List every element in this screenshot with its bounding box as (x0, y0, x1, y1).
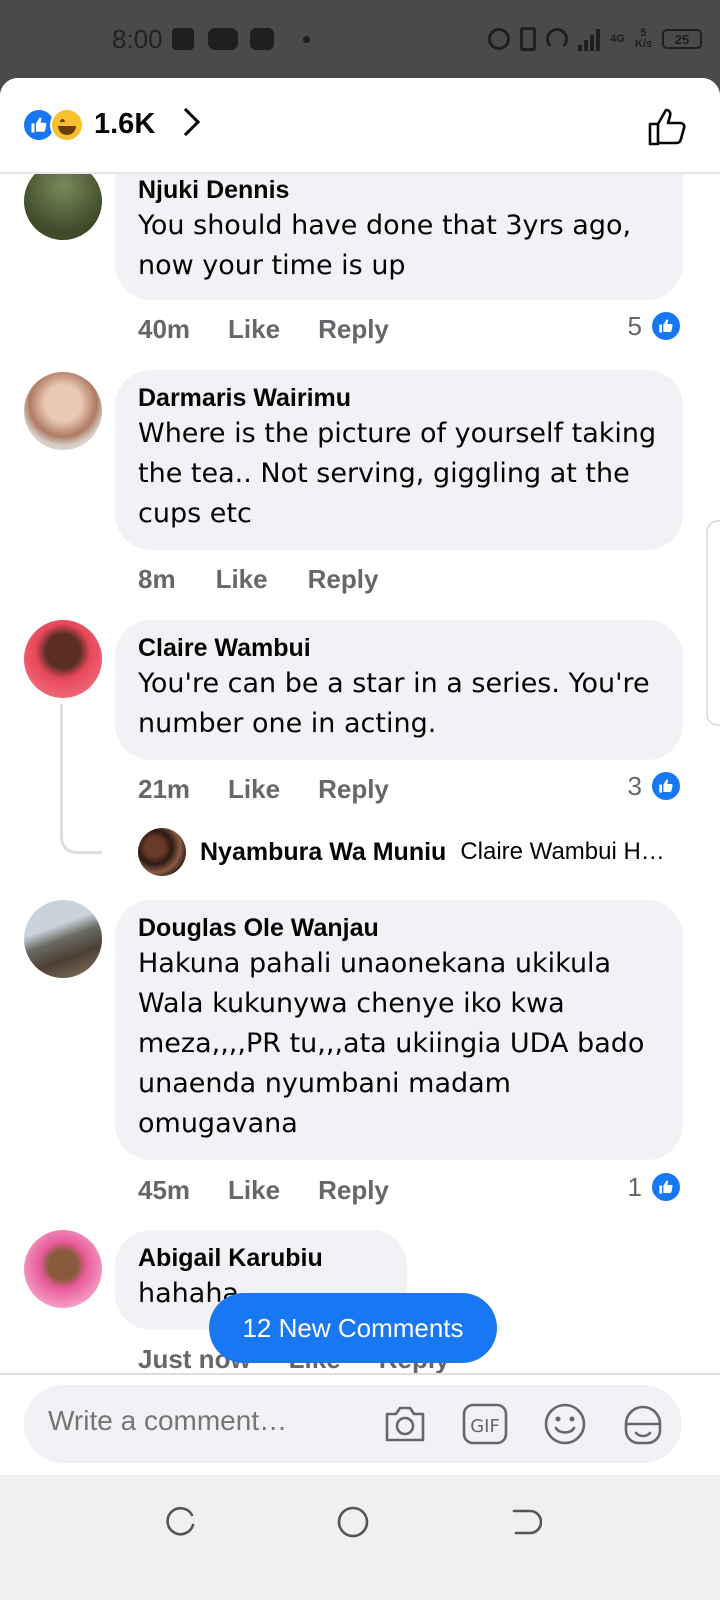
comment-actions: 21m Like Reply (138, 774, 389, 805)
comment-actions: 45m Like Reply (138, 1175, 389, 1206)
gif-icon[interactable]: GIF (462, 1402, 508, 1446)
youtube-icon (208, 28, 238, 50)
home-icon[interactable] (336, 1505, 370, 1539)
new-comments-button[interactable]: 12 New Comments (209, 1293, 497, 1363)
system-navigation-bar (0, 1475, 720, 1600)
comment-text: You're can be a star in a series. You're… (138, 668, 650, 739)
commenter-name[interactable]: Darmaris Wairimu (138, 370, 659, 414)
like-count-value: 1 (627, 1171, 642, 1202)
comment-actions: 40m Like Reply (138, 314, 389, 345)
reply-button[interactable]: Reply (318, 314, 389, 345)
reaction-icons[interactable] (22, 108, 92, 142)
like-badge-icon (650, 770, 682, 802)
commenter-name[interactable]: Douglas Ole Wanjau (138, 900, 659, 944)
composer-box[interactable]: GIF (24, 1385, 682, 1463)
camera-icon[interactable] (382, 1402, 428, 1446)
commenter-name[interactable]: Claire Wambui (138, 620, 659, 664)
like-count-value: 5 (627, 310, 642, 341)
network-type: 4G (610, 32, 625, 45)
reaction-count[interactable]: 1.6K (94, 108, 155, 141)
battery-indicator: 25 (662, 29, 702, 49)
like-outline-icon[interactable] (646, 104, 690, 148)
comment-text: Hakuna pahali unaonekana ukikula Wala ku… (138, 948, 645, 1139)
reply-thread-line (60, 704, 102, 854)
vibrate-icon (520, 27, 537, 51)
avatar[interactable] (24, 620, 102, 698)
status-bar: 8:00 4G 5 K/s 25 (0, 0, 720, 80)
reply-author-name[interactable]: Nyambura Wa Muniu (200, 838, 446, 867)
svg-text:GIF: GIF (470, 1416, 500, 1437)
comment-text: You should have done that 3yrs ago, now … (138, 210, 632, 281)
chevron-right-icon[interactable] (171, 107, 201, 137)
emoji-icon[interactable] (542, 1402, 588, 1446)
comment-bubble[interactable]: Njuki Dennis You should have done that 3… (115, 162, 683, 300)
comment-time: 8m (138, 564, 176, 594)
status-right: 4G 5 K/s 25 (488, 24, 702, 54)
signal-icon (578, 27, 601, 51)
comment-bubble[interactable]: Claire Wambui You're can be a star in a … (115, 620, 683, 760)
like-button[interactable]: Like (228, 314, 280, 345)
back-icon[interactable] (508, 1505, 542, 1539)
status-time: 8:00 (112, 24, 163, 54)
avatar[interactable] (138, 828, 186, 876)
like-count-value: 3 (627, 770, 642, 801)
comment-time: 40m (138, 314, 191, 344)
like-button[interactable]: Like (228, 1175, 280, 1206)
battery-level: 25 (674, 31, 690, 47)
reactions-header[interactable]: 1.6K (0, 78, 720, 174)
speed-unit: K/s (634, 38, 652, 50)
comment-time: 45m (138, 1175, 191, 1205)
like-button[interactable]: Like (216, 564, 268, 595)
game-icon (250, 28, 274, 50)
comment-like-count[interactable]: 1 (628, 1171, 682, 1203)
network-indicator: 4G (610, 32, 625, 45)
data-speed: 5 K/s (635, 28, 652, 50)
commenter-name[interactable]: Abigail Karubiu (138, 1230, 383, 1274)
alarm-icon (488, 28, 511, 50)
comments-sheet: 1.6K Njuki Dennis You should have done t… (0, 78, 720, 1475)
comment-input[interactable] (48, 1405, 348, 1437)
reply-button[interactable]: Reply (308, 564, 379, 595)
comment-time: 21m (138, 774, 191, 804)
avatar[interactable] (24, 900, 102, 978)
avatar[interactable] (24, 1230, 102, 1308)
sticker-icon[interactable] (620, 1402, 666, 1446)
edge-panel-handle[interactable] (706, 520, 720, 726)
hotspot-icon (546, 28, 569, 50)
like-badge-icon (650, 1171, 682, 1203)
notification-icon (172, 28, 194, 50)
reply-button[interactable]: Reply (318, 774, 389, 805)
comment-actions: 8m Like Reply (138, 564, 378, 595)
like-button[interactable]: Like (228, 774, 280, 805)
haha-reaction-icon (50, 108, 84, 142)
comment-text: Where is the picture of yourself taking … (138, 418, 657, 529)
comment-like-count[interactable]: 5 (628, 310, 682, 342)
avatar[interactable] (24, 372, 102, 450)
reply-text: Claire Wambui H… (460, 838, 665, 865)
comment-bubble[interactable]: Darmaris Wairimu Where is the picture of… (115, 370, 683, 550)
comment-bubble[interactable]: Douglas Ole Wanjau Hakuna pahali unaonek… (115, 900, 683, 1160)
reply-button[interactable]: Reply (318, 1175, 389, 1206)
more-notifications-icon (303, 36, 310, 43)
reply-preview[interactable]: Nyambura Wa Muniu Claire Wambui H… (138, 827, 665, 877)
comment-like-count[interactable]: 3 (628, 770, 682, 802)
recents-icon[interactable] (164, 1505, 198, 1539)
like-badge-icon (650, 310, 682, 342)
comment-composer: GIF (0, 1373, 720, 1475)
